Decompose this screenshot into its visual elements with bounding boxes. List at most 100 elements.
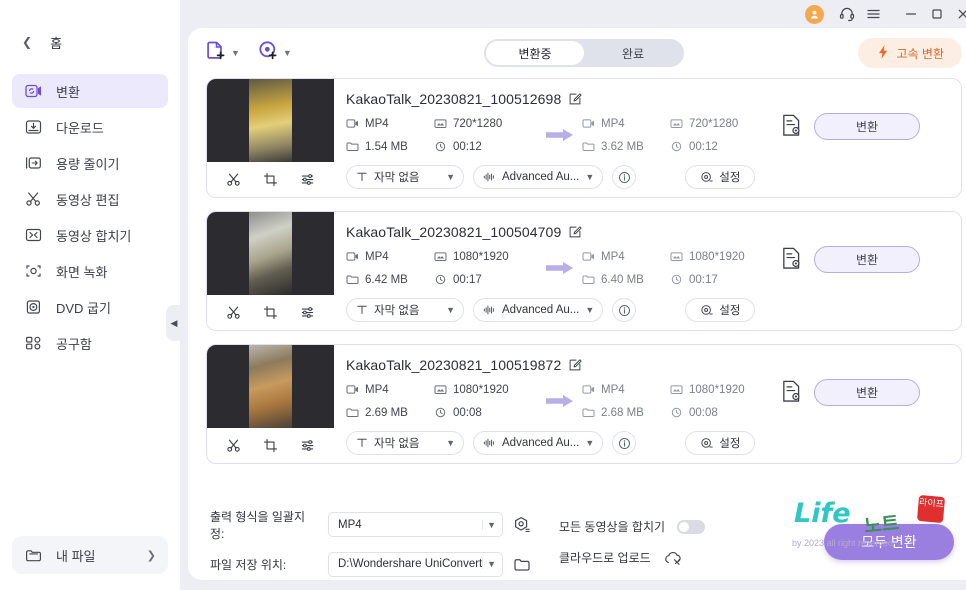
convert-button[interactable]: 변환 xyxy=(814,379,920,406)
chevron-down-icon[interactable]: ▼ xyxy=(231,48,240,58)
resolution-icon xyxy=(670,119,683,129)
conversion-arrow-icon xyxy=(538,393,582,409)
file-card[interactable]: KakaoTalk_20230821_100504709 MP4 1080*19… xyxy=(206,211,962,331)
audio-wave-icon xyxy=(483,172,494,182)
document-settings-icon[interactable] xyxy=(774,113,808,138)
info-icon[interactable] xyxy=(612,431,637,455)
maximize-icon[interactable] xyxy=(924,2,950,26)
settings-button[interactable]: 설정 xyxy=(685,298,756,322)
convert-all-button[interactable]: 모두 변환 xyxy=(824,524,954,560)
output-format-label: 출력 형식을 일괄지정: xyxy=(210,509,305,541)
video-thumbnail[interactable] xyxy=(207,212,334,295)
edit-pencil-icon[interactable] xyxy=(568,92,582,106)
sidebar-item-compress[interactable]: 용량 줄이기 xyxy=(12,146,168,180)
sidebar-item-label: 화면 녹화 xyxy=(56,264,108,280)
output-format-select[interactable]: MP4 ▼ xyxy=(328,512,503,537)
file-card[interactable]: KakaoTalk_20230821_100519872 MP4 1080*19… xyxy=(206,344,962,464)
crop-icon[interactable] xyxy=(263,438,278,453)
bottom-right-group: 모든 동영상을 합치기 클라우드로 업로드 xyxy=(559,518,706,566)
settings-button[interactable]: 설정 xyxy=(685,431,756,455)
chevron-left-icon[interactable]: ❮ xyxy=(22,36,32,48)
file-card[interactable]: KakaoTalk_20230821_100512698 MP4 720*128… xyxy=(206,78,962,198)
document-settings-icon[interactable] xyxy=(774,379,808,404)
scissors-icon[interactable] xyxy=(226,305,241,320)
effects-icon[interactable] xyxy=(300,305,315,320)
edit-pencil-icon[interactable] xyxy=(568,358,582,372)
target-duration: 00:08 xyxy=(689,406,718,419)
subtitle-select[interactable]: 자막 없음 ▼ xyxy=(346,298,464,322)
audio-select[interactable]: Advanced Au... ▼ xyxy=(473,431,604,455)
crop-icon[interactable] xyxy=(263,172,278,187)
target-resolution-cell: 720*1280 xyxy=(670,118,774,130)
user-avatar-icon[interactable] xyxy=(805,4,824,24)
chevron-down-icon[interactable]: ▼ xyxy=(283,48,292,58)
sidebar-item-label: 용량 줄이기 xyxy=(56,156,120,172)
video-format-icon xyxy=(346,119,358,128)
file-card-right: 변환 xyxy=(774,212,961,330)
video-thumbnail[interactable] xyxy=(207,345,334,428)
minimize-icon[interactable] xyxy=(898,2,924,26)
scissors-icon[interactable] xyxy=(226,172,241,187)
sidebar-home-label: 홈 xyxy=(50,35,63,51)
sidebar-item-convert[interactable]: 변환 xyxy=(12,74,168,108)
file-title-row: KakaoTalk_20230821_100519872 xyxy=(346,353,774,376)
subtitle-select[interactable]: 자막 없음 ▼ xyxy=(346,431,464,455)
convert-button[interactable]: 변환 xyxy=(814,246,920,273)
source-format: MP4 xyxy=(365,250,389,263)
source-format-cell: MP4 xyxy=(346,118,434,130)
target-resolution: 720*1280 xyxy=(689,117,739,130)
effects-icon[interactable] xyxy=(300,438,315,453)
crop-icon[interactable] xyxy=(263,305,278,320)
info-icon[interactable] xyxy=(612,298,637,322)
tab-completed[interactable]: 완료 xyxy=(584,41,682,65)
source-meta: MP4 1080*1920 2.69 MB 00:08 xyxy=(346,378,538,424)
file-size-icon xyxy=(346,142,359,151)
add-file-button[interactable]: ▼ xyxy=(206,40,240,66)
source-resolution: 1080*1920 xyxy=(453,383,509,396)
audio-wave-icon xyxy=(483,438,494,448)
file-name: KakaoTalk_20230821_100512698 xyxy=(346,90,562,107)
audio-select[interactable]: Advanced Au... ▼ xyxy=(473,165,604,189)
audio-select[interactable]: Advanced Au... ▼ xyxy=(473,298,604,322)
target-format-icon[interactable] xyxy=(513,516,531,534)
sidebar-collapse-toggle[interactable]: ◀ xyxy=(166,305,182,341)
cloud-upload-label: 클라우드로 업로드 xyxy=(559,551,651,565)
document-settings-icon[interactable] xyxy=(774,246,808,271)
chevron-down-icon: ▼ xyxy=(482,559,496,569)
sidebar-item-screen-record[interactable]: 화면 녹화 xyxy=(12,254,168,288)
close-icon[interactable] xyxy=(950,2,966,26)
convert-button[interactable]: 변환 xyxy=(814,113,920,140)
sidebar-item-my-files[interactable]: 내 파일 ❯ xyxy=(12,536,168,574)
cloud-upload-option[interactable]: 클라우드로 업로드 xyxy=(559,549,705,566)
file-size-icon xyxy=(582,275,595,284)
video-thumbnail[interactable] xyxy=(207,79,334,162)
settings-button[interactable]: 설정 xyxy=(685,165,756,189)
sidebar-item-download[interactable]: 다운로드 xyxy=(12,110,168,144)
file-card-right: 변환 xyxy=(774,345,961,463)
sidebar-item-toolbox[interactable]: 공구함 xyxy=(12,326,168,360)
target-duration-cell: 00:17 xyxy=(670,274,774,286)
save-path-select[interactable]: D:\Wondershare UniConverter ▼ xyxy=(328,551,503,577)
toggle-knob xyxy=(679,521,690,532)
info-icon[interactable] xyxy=(612,165,637,189)
scissors-icon[interactable] xyxy=(226,438,241,453)
high-speed-convert-button[interactable]: 고속 변환 xyxy=(857,38,962,68)
lightning-bolt-icon xyxy=(876,44,890,63)
target-resolution: 1080*1920 xyxy=(689,250,745,263)
edit-pencil-icon[interactable] xyxy=(568,225,582,239)
effects-icon[interactable] xyxy=(300,172,315,187)
sidebar-item-video-merge[interactable]: 동영상 합치기 xyxy=(12,218,168,252)
sidebar-home-row[interactable]: ❮ 홈 xyxy=(0,28,180,56)
headset-icon[interactable] xyxy=(834,2,860,26)
hamburger-menu-icon[interactable] xyxy=(860,2,886,26)
tab-converting[interactable]: 변환중 xyxy=(486,41,584,65)
add-disc-button[interactable]: ▼ xyxy=(258,40,292,66)
sidebar-item-video-edit[interactable]: 동영상 편집 xyxy=(12,182,168,216)
sidebar-item-dvd-burn[interactable]: DVD 굽기 xyxy=(12,290,168,324)
subtitle-select[interactable]: 자막 없음 ▼ xyxy=(346,165,464,189)
folder-icon[interactable] xyxy=(513,556,531,573)
thumbnail-block xyxy=(207,345,334,463)
merge-all-toggle[interactable] xyxy=(677,519,706,534)
clock-icon xyxy=(671,141,682,152)
target-format-cell: MP4 xyxy=(582,384,670,396)
